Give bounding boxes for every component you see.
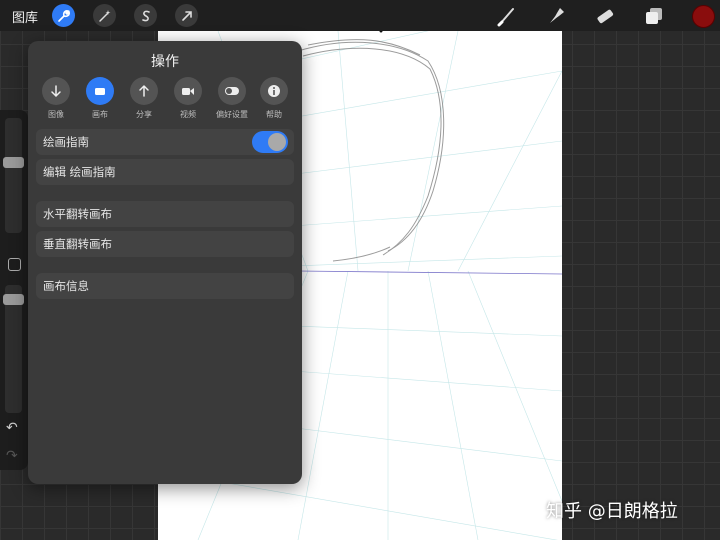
drawing-guide-toggle[interactable] — [252, 131, 288, 153]
drawing-guide-row: 绘画指南 — [36, 129, 294, 155]
actions-panel: 操作 图像 画布 分享 视频 偏好设置 帮助 绘画指南 编辑 绘画指南 水平翻转… — [28, 41, 302, 484]
wrench-icon — [57, 9, 70, 22]
tab-help[interactable]: 帮助 — [259, 77, 289, 120]
canvas-info-button[interactable]: 画布信息 — [36, 273, 294, 299]
color-picker-button[interactable] — [692, 5, 715, 28]
arrow-up-icon — [139, 84, 149, 97]
flip-vertical-button[interactable]: 垂直翻转画布 — [36, 231, 294, 257]
video-icon — [182, 88, 194, 95]
left-sidebar: ↶ ↷ — [0, 110, 28, 470]
smudge-icon[interactable] — [545, 5, 567, 27]
drawing-guide-label: 绘画指南 — [43, 135, 89, 149]
eraser-icon[interactable] — [594, 5, 616, 27]
brush-size-slider[interactable] — [5, 118, 22, 233]
undo-icon[interactable]: ↶ — [6, 420, 18, 436]
top-toolbar: 图库 — [0, 0, 720, 31]
adjustments-button[interactable] — [93, 4, 116, 27]
opacity-handle[interactable] — [3, 294, 24, 305]
tab-video[interactable]: 视频 — [173, 77, 203, 120]
selection-icon — [141, 10, 150, 21]
panel-title: 操作 — [151, 54, 179, 70]
tab-help-label: 帮助 — [266, 110, 282, 119]
tab-video-label: 视频 — [180, 110, 196, 119]
canvas-icon — [95, 88, 105, 95]
edit-drawing-guide-button[interactable]: 编辑 绘画指南 — [36, 159, 294, 185]
toggle-icon — [225, 87, 239, 95]
flip-horizontal-button[interactable]: 水平翻转画布 — [36, 201, 294, 227]
tab-image[interactable]: 图像 — [41, 77, 71, 120]
layers-icon[interactable] — [643, 5, 665, 27]
transform-arrow-icon — [181, 10, 192, 21]
tab-canvas-label: 画布 — [92, 110, 108, 119]
actions-wrench-button[interactable] — [52, 4, 75, 27]
modify-button[interactable] — [8, 258, 21, 271]
transform-button[interactable] — [175, 4, 198, 27]
selection-button[interactable] — [134, 4, 157, 27]
tab-image-label: 图像 — [48, 110, 64, 119]
brush-size-handle[interactable] — [3, 157, 24, 168]
redo-icon[interactable]: ↷ — [6, 448, 18, 464]
tab-prefs[interactable]: 偏好设置 — [216, 77, 248, 120]
tab-share[interactable]: 分享 — [129, 77, 159, 120]
watermark-text: 知乎 @日朗格拉 — [546, 501, 678, 522]
magic-wand-icon — [98, 9, 110, 22]
tab-share-label: 分享 — [136, 110, 152, 119]
gallery-button[interactable]: 图库 — [12, 7, 38, 26]
arrow-down-icon — [51, 85, 61, 98]
brush-icon[interactable] — [496, 5, 518, 27]
info-icon — [268, 85, 280, 97]
tab-canvas[interactable]: 画布 — [85, 77, 115, 120]
